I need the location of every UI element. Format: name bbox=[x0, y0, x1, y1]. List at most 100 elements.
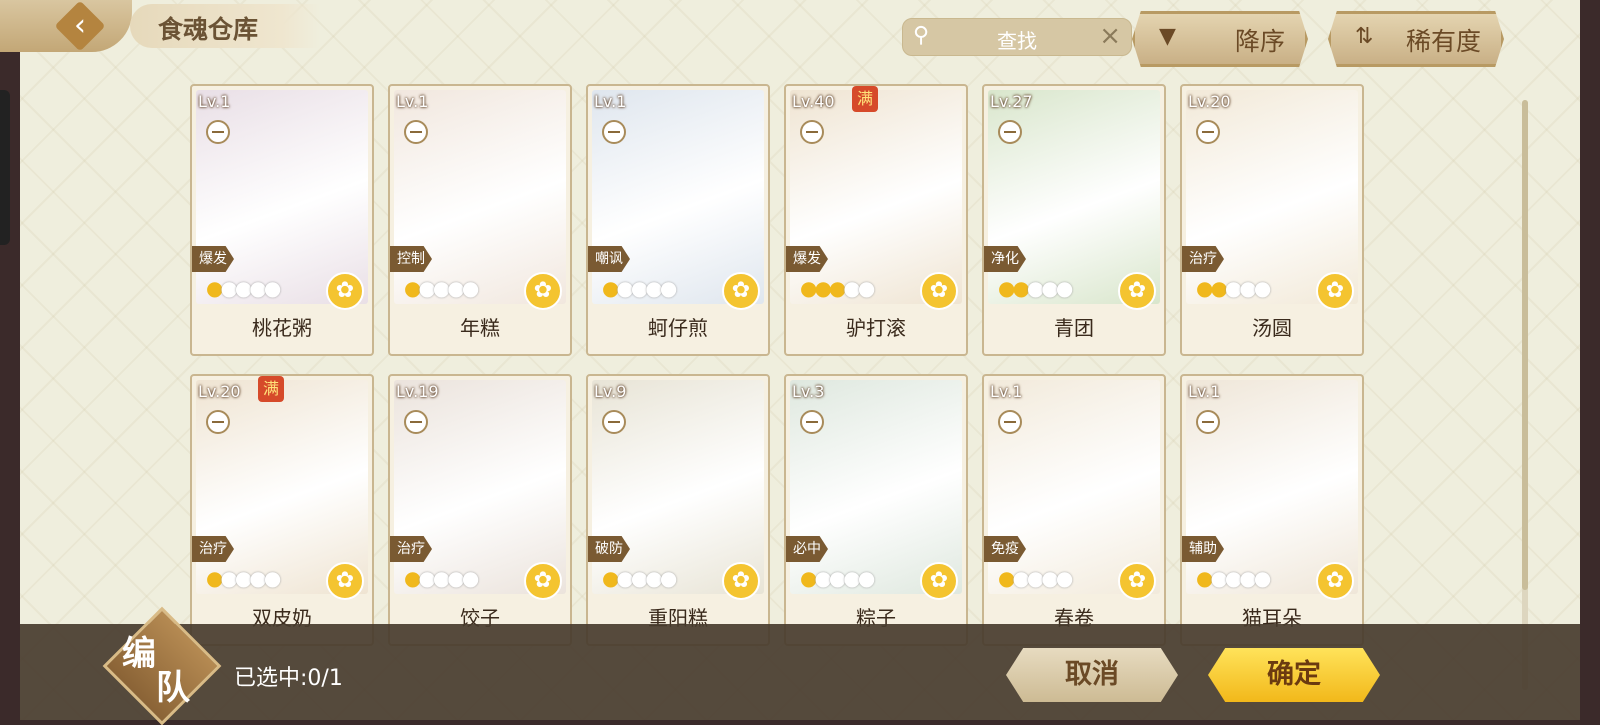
search-input[interactable]: ⚲ 查找 × bbox=[902, 18, 1132, 56]
flame-star-empty-icon: ● bbox=[1041, 276, 1059, 300]
level-label: Lv.20 bbox=[198, 382, 241, 401]
flame-star-empty-icon: ● bbox=[1224, 566, 1243, 590]
role-tag: 必中 bbox=[786, 536, 828, 562]
food-soul-card[interactable]: Lv.1 辅助 ●●●●● ✿ 猫耳朵 bbox=[1180, 374, 1364, 646]
character-name: 青团 bbox=[1054, 316, 1094, 340]
flame-star-empty-icon: ● bbox=[1239, 276, 1257, 300]
flower-icon: ✿ bbox=[920, 272, 958, 310]
max-level-badge: 满 bbox=[852, 86, 878, 112]
role-tag: 净化 bbox=[984, 246, 1026, 272]
flower-icon: ✿ bbox=[1316, 272, 1354, 310]
food-soul-card[interactable]: Lv.19 治疗 ●●●●● ✿ 饺子 bbox=[388, 374, 572, 646]
food-soul-card[interactable]: Lv.3 必中 ●●●●● ✿ 粽子 bbox=[784, 374, 968, 646]
flame-star-empty-icon: ● bbox=[220, 566, 238, 590]
flame-star-empty-icon: ● bbox=[1055, 566, 1074, 590]
role-tag: 治疗 bbox=[390, 536, 432, 562]
flame-star-empty-icon: ● bbox=[263, 276, 282, 300]
flame-star-empty-icon: ● bbox=[843, 566, 861, 590]
flame-star-filled-icon: ● bbox=[800, 566, 818, 590]
character-name: 汤圆 bbox=[1252, 316, 1292, 340]
flame-star-filled-icon: ● bbox=[1210, 276, 1228, 300]
flower-icon: ✿ bbox=[920, 562, 958, 600]
flame-star-empty-icon: ● bbox=[418, 276, 436, 300]
flame-star-empty-icon: ● bbox=[1239, 566, 1257, 590]
flower-icon: ✿ bbox=[1316, 562, 1354, 600]
flame-star-empty-icon: ● bbox=[234, 276, 253, 300]
status-icon bbox=[1196, 410, 1220, 434]
page-title: 食魂仓库 bbox=[158, 15, 259, 44]
star-rating: ●●●●● bbox=[1196, 276, 1271, 300]
level-label: Lv.20 bbox=[1188, 92, 1231, 111]
flower-icon: ✿ bbox=[1118, 562, 1156, 600]
flame-star-empty-icon: ● bbox=[630, 566, 649, 590]
star-rating: ●●●●● bbox=[602, 566, 677, 590]
flame-star-empty-icon: ● bbox=[659, 276, 678, 300]
team-badge: 编 队 bbox=[102, 606, 222, 725]
role-tag: 爆发 bbox=[192, 246, 234, 272]
flame-star-empty-icon: ● bbox=[616, 276, 634, 300]
role-tag: 治疗 bbox=[192, 536, 234, 562]
food-soul-card[interactable]: Lv.9 破防 ●●●●● ✿ 重阳糕 bbox=[586, 374, 770, 646]
sort-button[interactable]: ▼ 降序 bbox=[1132, 11, 1308, 67]
star-rating: ●●●●● bbox=[800, 276, 875, 300]
flower-icon: ✿ bbox=[326, 272, 364, 310]
level-label: Lv.27 bbox=[990, 92, 1033, 111]
status-icon bbox=[404, 120, 428, 144]
role-tag: 治疗 bbox=[1182, 246, 1224, 272]
flame-star-empty-icon: ● bbox=[843, 276, 861, 300]
star-rating: ●●●●● bbox=[998, 276, 1074, 300]
food-soul-card[interactable]: Lv.40 满爆发 ●●●●● ✿ 驴打滚 bbox=[784, 84, 968, 356]
back-arrow-icon: ‹ bbox=[54, 0, 106, 52]
level-label: Lv.19 bbox=[396, 382, 439, 401]
flower-icon: ✿ bbox=[326, 562, 364, 600]
flame-star-filled-icon: ● bbox=[206, 566, 224, 590]
food-soul-card[interactable]: Lv.20 满治疗 ●●●●● ✿ 双皮奶 bbox=[190, 374, 374, 646]
back-button[interactable]: ‹ bbox=[0, 0, 132, 52]
status-icon bbox=[998, 410, 1022, 434]
flame-star-empty-icon: ● bbox=[220, 276, 238, 300]
level-label: Lv.3 bbox=[792, 382, 825, 401]
flame-star-filled-icon: ● bbox=[1012, 276, 1030, 300]
character-name: 驴打滚 bbox=[846, 316, 906, 340]
flame-star-filled-icon: ● bbox=[206, 276, 224, 300]
side-handle bbox=[0, 90, 10, 245]
status-icon bbox=[602, 410, 626, 434]
flame-star-empty-icon: ● bbox=[1055, 276, 1074, 300]
flame-star-filled-icon: ● bbox=[814, 276, 832, 300]
food-soul-card[interactable]: Lv.20 治疗 ●●●●● ✿ 汤圆 bbox=[1180, 84, 1364, 356]
level-label: Lv.9 bbox=[594, 382, 627, 401]
star-rating: ●●●●● bbox=[602, 276, 678, 300]
clear-icon[interactable]: × bbox=[1099, 21, 1121, 51]
max-level-badge: 满 bbox=[258, 376, 284, 402]
scrollbar-thumb[interactable] bbox=[1522, 100, 1528, 590]
level-label: Lv.1 bbox=[990, 382, 1023, 401]
star-rating: ●●●●● bbox=[206, 566, 282, 590]
flame-star-empty-icon: ● bbox=[461, 566, 480, 590]
role-tag: 嘲讽 bbox=[588, 246, 630, 272]
food-soul-card[interactable]: Lv.27 净化 ●●●●● ✿ 青团 bbox=[982, 84, 1166, 356]
flower-icon: ✿ bbox=[722, 562, 760, 600]
flame-star-empty-icon: ● bbox=[249, 276, 267, 300]
star-rating: ●●●●● bbox=[404, 276, 479, 300]
flame-star-empty-icon: ● bbox=[418, 566, 436, 590]
status-icon bbox=[404, 410, 428, 434]
flame-star-empty-icon: ● bbox=[432, 566, 451, 590]
flower-icon: ✿ bbox=[1118, 272, 1156, 310]
rarity-filter-button[interactable]: ⇅ 稀有度 bbox=[1328, 11, 1504, 67]
food-soul-card[interactable]: Lv.1 控制 ●●●●● ✿ 年糕 bbox=[388, 84, 572, 356]
flame-star-empty-icon: ● bbox=[814, 566, 832, 590]
cancel-button[interactable]: 取消 bbox=[1006, 648, 1178, 702]
search-placeholder: 查找 bbox=[997, 29, 1037, 53]
food-soul-card[interactable]: Lv.1 爆发 ●●●●● ✿ 桃花粥 bbox=[190, 84, 374, 356]
flower-icon: ✿ bbox=[524, 272, 562, 310]
flame-star-empty-icon: ● bbox=[630, 276, 649, 300]
flame-star-empty-icon: ● bbox=[432, 276, 451, 300]
flower-icon: ✿ bbox=[524, 562, 562, 600]
flame-star-empty-icon: ● bbox=[263, 566, 282, 590]
flame-star-empty-icon: ● bbox=[1026, 276, 1045, 300]
level-label: Lv.1 bbox=[1188, 382, 1221, 401]
confirm-button[interactable]: 确定 bbox=[1208, 648, 1380, 702]
food-soul-card[interactable]: Lv.1 免疫 ●●●●● ✿ 春卷 bbox=[982, 374, 1166, 646]
flame-star-empty-icon: ● bbox=[447, 566, 465, 590]
food-soul-card[interactable]: Lv.1 嘲讽 ●●●●● ✿ 蚵仔煎 bbox=[586, 84, 770, 356]
